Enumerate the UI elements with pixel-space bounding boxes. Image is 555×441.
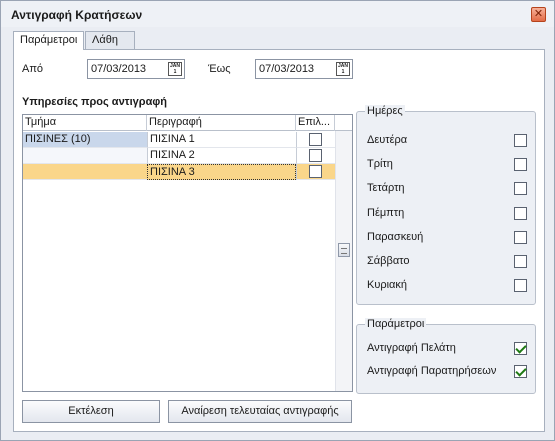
vertical-scrollbar[interactable] xyxy=(335,131,352,391)
wednesday-checkbox[interactable] xyxy=(514,182,527,195)
parameters-panel: Από 07/03/2013 JAN 1 Έως 07/03/2013 JAN 1 … xyxy=(13,49,545,432)
from-date-field[interactable]: 07/03/2013 JAN 1 xyxy=(87,59,185,79)
services-title: Υπηρεσίες προς αντιγραφή xyxy=(22,96,167,108)
row-select-checkbox[interactable] xyxy=(309,149,322,162)
copy-customer-checkbox[interactable] xyxy=(514,342,527,355)
tab-errors[interactable]: Λάθη xyxy=(85,31,135,49)
copy-notes-checkbox[interactable] xyxy=(514,365,527,378)
day-label-saturday: Σάββατο xyxy=(367,255,410,267)
table-row[interactable]: ΠΙΣΙΝΕΣ (10) ΠΙΣΙΝΑ 1 xyxy=(23,132,335,148)
tuesday-checkbox[interactable] xyxy=(514,158,527,171)
department-cell xyxy=(23,148,147,164)
table-row[interactable]: ΠΙΣΙΝΑ 2 xyxy=(23,148,335,164)
row-select-checkbox[interactable] xyxy=(309,165,322,178)
select-cell xyxy=(296,148,335,164)
close-button[interactable]: ✕ xyxy=(531,7,546,22)
params-group-title: Παράμετροι xyxy=(365,318,427,330)
day-label-friday: Παρασκευή xyxy=(367,231,424,243)
column-header-description[interactable]: Περιγραφή xyxy=(147,115,296,131)
calendar-icon[interactable]: JAN 1 xyxy=(336,62,350,76)
grid-header: Τμήμα Περιγραφή Επιλ... xyxy=(23,115,352,131)
copy-bookings-window: Αντιγραφή Κρατήσεων ✕ Παράμετροι Λάθη Απ… xyxy=(0,0,555,441)
to-date-value: 07/03/2013 xyxy=(259,63,315,75)
day-label-thursday: Πέμπτη xyxy=(367,207,405,219)
days-group: Ημέρες Δευτέρα Τρίτη Τετάρτη Πέμπτη Παρα… xyxy=(356,105,536,305)
services-grid[interactable]: Τμήμα Περιγραφή Επιλ... ΠΙΣΙΝΕΣ (10) ΠΙΣ… xyxy=(22,114,353,392)
copy-notes-label: Αντιγραφή Παρατηρήσεων xyxy=(367,365,497,377)
table-row-selected[interactable]: ΠΙΣΙΝΑ 3 xyxy=(23,164,335,180)
scroll-thumb[interactable] xyxy=(338,243,350,257)
days-group-title: Ημέρες xyxy=(365,105,405,117)
description-cell: ΠΙΣΙΝΑ 2 xyxy=(147,148,296,164)
friday-checkbox[interactable] xyxy=(514,231,527,244)
close-icon: ✕ xyxy=(533,8,544,20)
day-label-wednesday: Τετάρτη xyxy=(367,182,405,194)
from-label: Από xyxy=(22,63,44,75)
thursday-checkbox[interactable] xyxy=(514,207,527,220)
department-cell: ΠΙΣΙΝΕΣ (10) xyxy=(23,132,147,148)
description-cell: ΠΙΣΙΝΑ 3 xyxy=(147,164,296,180)
to-label: Έως xyxy=(208,63,231,75)
column-header-select[interactable]: Επιλ... xyxy=(296,115,335,131)
saturday-checkbox[interactable] xyxy=(514,255,527,268)
undo-last-copy-button[interactable]: Αναίρεση τελευταίας αντιγραφής xyxy=(168,400,352,423)
select-cell xyxy=(296,164,335,180)
copy-customer-label: Αντιγραφή Πελάτη xyxy=(367,342,456,354)
day-label-tuesday: Τρίτη xyxy=(367,158,393,170)
monday-checkbox[interactable] xyxy=(514,134,527,147)
calendar-icon[interactable]: JAN 1 xyxy=(168,62,182,76)
column-header-department[interactable]: Τμήμα xyxy=(23,115,147,131)
to-date-field[interactable]: 07/03/2013 JAN 1 xyxy=(255,59,353,79)
sunday-checkbox[interactable] xyxy=(514,279,527,292)
params-group: Παράμετροι Αντιγραφή Πελάτη Αντιγραφή Πα… xyxy=(356,318,536,394)
department-cell xyxy=(23,164,147,180)
tab-parameters[interactable]: Παράμετροι xyxy=(13,31,84,50)
description-cell: ΠΙΣΙΝΑ 1 xyxy=(147,132,296,148)
day-label-monday: Δευτέρα xyxy=(367,134,408,146)
window-title: Αντιγραφή Κρατήσεων xyxy=(11,8,143,22)
from-date-value: 07/03/2013 xyxy=(91,63,147,75)
execute-button[interactable]: Εκτέλεση xyxy=(22,400,160,423)
day-label-sunday: Κυριακή xyxy=(367,279,408,291)
row-select-checkbox[interactable] xyxy=(309,133,322,146)
select-cell xyxy=(296,132,335,148)
title-bar: Αντιγραφή Κρατήσεων ✕ xyxy=(1,1,554,27)
